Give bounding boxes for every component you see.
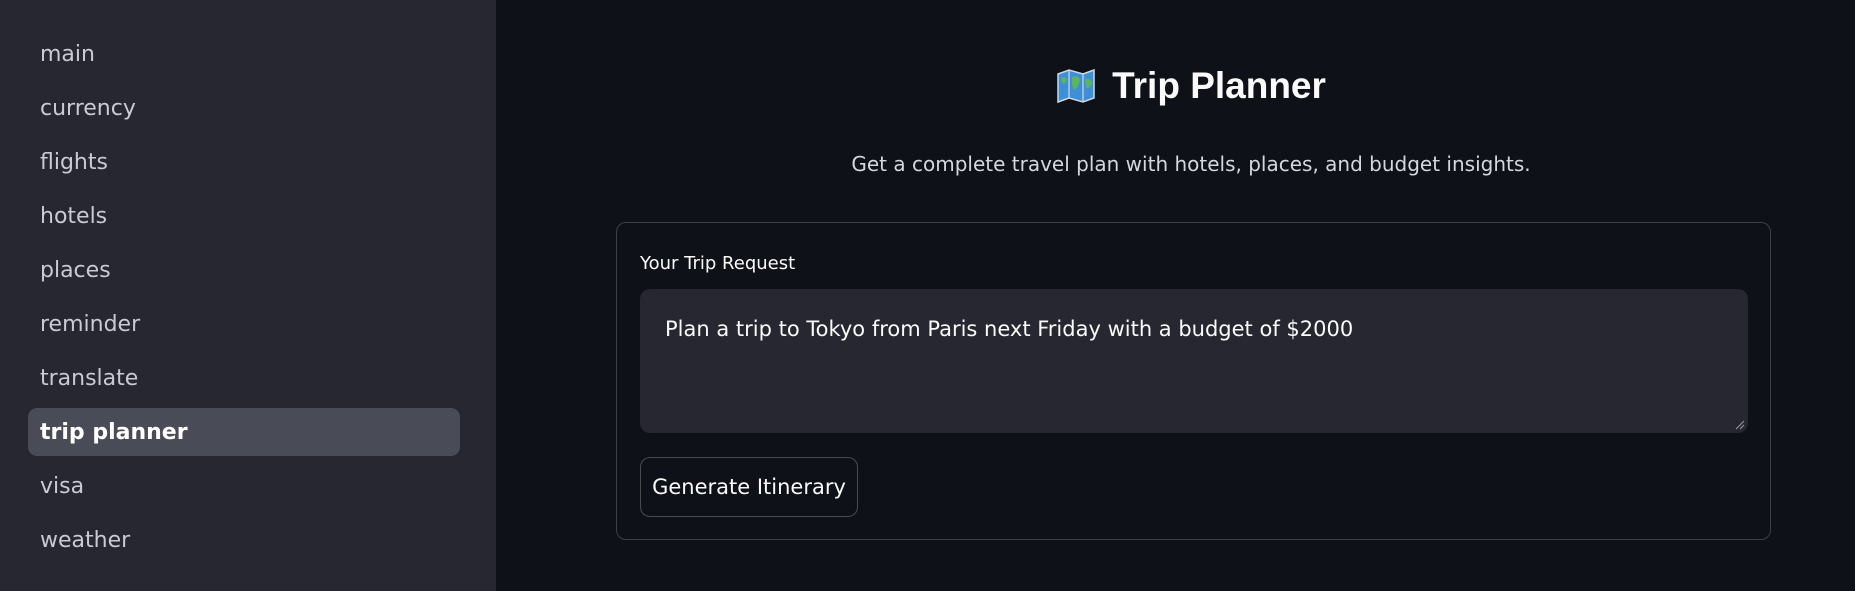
sidebar-item-trip-planner[interactable]: trip planner	[28, 408, 460, 456]
page-header: Trip Planner	[496, 58, 1855, 114]
sidebar-nav: main currency flights hotels places remi…	[28, 30, 460, 570]
sidebar-item-reminder[interactable]: reminder	[28, 300, 460, 348]
page-title: Trip Planner	[1112, 65, 1326, 106]
trip-request-textarea[interactable]: Plan a trip to Tokyo from Paris next Fri…	[640, 289, 1748, 433]
trip-request-textarea-wrapper: Plan a trip to Tokyo from Paris next Fri…	[640, 289, 1748, 433]
sidebar-item-visa[interactable]: visa	[28, 462, 460, 510]
sidebar-item-currency[interactable]: currency	[28, 84, 460, 132]
page-subtitle: Get a complete travel plan with hotels, …	[851, 152, 1531, 176]
sidebar-item-translate[interactable]: translate	[28, 354, 460, 402]
sidebar-item-main[interactable]: main	[28, 30, 460, 78]
sidebar-item-hotels[interactable]: hotels	[28, 192, 460, 240]
sidebar-item-places[interactable]: places	[28, 246, 460, 294]
app: main currency flights hotels places remi…	[0, 0, 1855, 591]
sidebar-item-weather[interactable]: weather	[28, 516, 460, 564]
trip-request-label: Your Trip Request	[640, 253, 796, 274]
trip-request-form: Your Trip Request Plan a trip to Tokyo f…	[616, 222, 1771, 540]
resize-handle-icon[interactable]	[1735, 420, 1745, 430]
world-map-icon	[1057, 68, 1095, 104]
sidebar: main currency flights hotels places remi…	[0, 0, 496, 591]
generate-itinerary-button[interactable]: Generate Itinerary	[640, 457, 858, 517]
sidebar-item-flights[interactable]: flights	[28, 138, 460, 186]
main-content: Trip Planner Get a complete travel plan …	[496, 0, 1855, 591]
